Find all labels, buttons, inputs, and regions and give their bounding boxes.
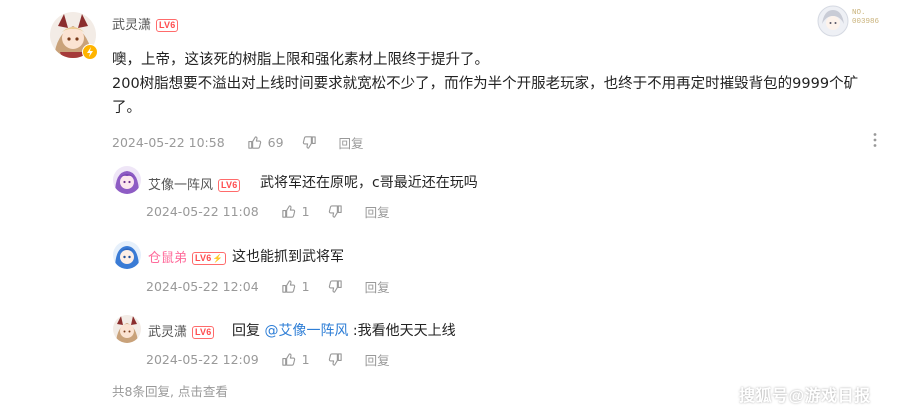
reply-body: 回复 @艾像一阵风 :我看他天天上线 [232,320,456,340]
reply-button[interactable]: 回复 [365,350,390,369]
reply-prefix: 回复 [232,323,260,339]
dislike-icon[interactable] [328,204,343,219]
level-badge-text: LV6 [195,253,212,263]
dislike-icon[interactable] [328,279,343,294]
like-count: 1 [301,352,310,367]
like-icon[interactable] [281,352,296,367]
timestamp: 2024-05-22 11:08 [146,204,259,219]
reply-meta: 2024-05-22 11:08 1 回复 [146,202,390,221]
username[interactable]: 艾像一阵风 LV6 [148,174,241,193]
medal-line: 003986 [852,18,880,26]
timestamp: 2024-05-22 12:09 [146,352,259,367]
username-text[interactable]: 武灵潇 [112,18,151,33]
username-text[interactable]: 仓鼠弟 [148,251,187,266]
dislike-icon[interactable] [328,352,343,367]
level-badge: LV6⚡ [192,252,226,265]
reply-body: 武将军还在原呢，c哥最近还在玩吗 [260,175,478,191]
like-count: 1 [301,204,310,219]
username[interactable]: 仓鼠弟 LV6⚡ [148,247,226,266]
medal-avatar-icon [817,5,849,37]
reply-button[interactable]: 回复 [365,202,390,221]
comment-line: 了。 [112,100,141,116]
avatar[interactable] [113,315,141,343]
comment-body: 噢，上帝，这该死的树脂上限和强化素材上限终于提升了。 200树脂想要不溢出对上线… [112,48,858,120]
verified-bolt-icon [82,44,98,60]
like-icon[interactable] [247,135,262,150]
like-icon[interactable] [281,204,296,219]
like-count: 69 [267,135,284,150]
reply-button[interactable]: 回复 [365,277,390,296]
mention-link[interactable]: @艾像一阵风 [264,323,348,339]
lightning-icon: ⚡ [212,254,223,263]
level-badge: LV6 [156,19,179,32]
username[interactable]: 武灵潇 LV6 [112,14,179,33]
medal-number: NO. 003986 [852,9,879,27]
dislike-icon[interactable] [302,135,317,150]
fan-medal [816,4,850,42]
avatar[interactable] [113,166,141,194]
reply-button[interactable]: 回复 [339,133,364,152]
watermark: 搜狐号@游戏日报 [739,388,871,405]
medal-line: NO. [852,9,866,17]
avatar[interactable] [113,241,141,269]
username[interactable]: 武灵潇 LV6 [148,321,215,340]
reply-meta: 2024-05-22 12:04 1 回复 [146,277,390,296]
timestamp: 2024-05-22 10:58 [112,135,225,150]
reply-meta: 2024-05-22 12:09 1 回复 [146,350,390,369]
username-text[interactable]: 武灵潇 [148,325,187,340]
reply-content: :我看他天天上线 [352,323,456,339]
reply-body: 这也能抓到武将军 [232,249,344,265]
username-text[interactable]: 艾像一阵风 [148,178,213,193]
timestamp: 2024-05-22 12:04 [146,279,259,294]
level-badge: LV6 [192,326,215,339]
avatar[interactable] [50,12,98,60]
comment-meta: 2024-05-22 10:58 69 回复 [112,133,364,152]
comment-line: 噢，上帝，这该死的树脂上限和强化素材上限终于提升了。 [112,52,489,68]
level-badge: LV6 [218,179,241,192]
comment-line: 200树脂想要不溢出对上线时间要求就宽松不少了，而作为半个开服老玩家，也终于不用… [112,76,859,92]
like-icon[interactable] [281,279,296,294]
like-count: 1 [301,279,310,294]
more-options-icon[interactable] [872,132,878,152]
view-more-replies-link[interactable]: 共8条回复, 点击查看 [112,381,228,400]
